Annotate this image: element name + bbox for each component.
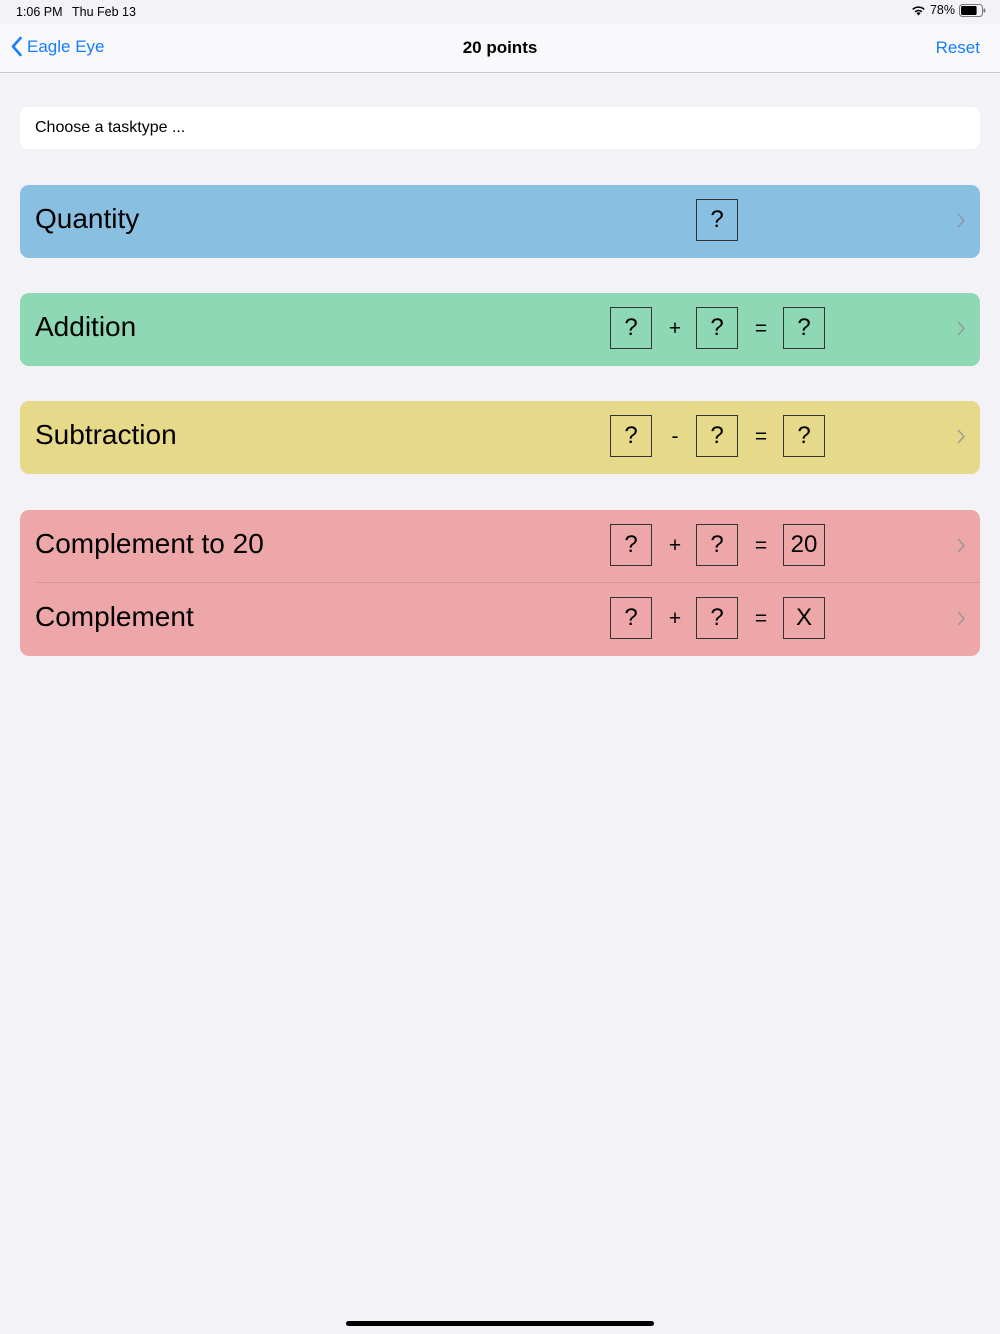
equals-sign: =: [754, 607, 768, 630]
result-box: ?: [783, 307, 825, 349]
task-label: Complement to 20: [35, 528, 264, 559]
quantity-card: Quantity ?: [20, 185, 980, 258]
equals-sign: =: [754, 317, 768, 340]
answer-box: ?: [696, 199, 738, 241]
task-row-addition[interactable]: Addition ? + ? = ?: [20, 293, 980, 366]
operand-box-1: ?: [610, 415, 652, 457]
operator-plus: +: [668, 534, 682, 557]
chevron-right-icon: [957, 611, 965, 626]
task-label: Subtraction: [35, 419, 177, 450]
chevron-right-icon: [957, 429, 965, 444]
operand-box-2: ?: [696, 524, 738, 566]
status-bar: 1:06 PM Thu Feb 13 78%: [0, 0, 1000, 24]
operand-box-2: ?: [696, 307, 738, 349]
result-box: X: [783, 597, 825, 639]
operand-box-1: ?: [610, 524, 652, 566]
operator-plus: +: [668, 607, 682, 630]
status-indicators: 78%: [911, 3, 986, 17]
addition-card: Addition ? + ? = ?: [20, 293, 980, 366]
result-box: ?: [783, 415, 825, 457]
task-label: Quantity: [35, 203, 140, 234]
chevron-right-icon: [957, 321, 965, 336]
reset-button[interactable]: Reset: [936, 38, 980, 58]
operand-box-1: ?: [610, 307, 652, 349]
operand-box-2: ?: [696, 415, 738, 457]
task-row-complement-to-20[interactable]: Complement to 20 ? + ? = 20: [20, 510, 980, 583]
task-label: Complement: [35, 601, 194, 632]
operand-box-1: ?: [610, 597, 652, 639]
battery-icon: [959, 3, 986, 17]
chevron-right-icon: [957, 538, 965, 553]
subtraction-card: Subtraction ? - ? = ?: [20, 401, 980, 474]
task-row-subtraction[interactable]: Subtraction ? - ? = ?: [20, 401, 980, 474]
tasktype-hint: Choose a tasktype ...: [20, 107, 980, 149]
navigation-bar: Eagle Eye 20 points Reset: [0, 24, 1000, 73]
page-title: 20 points: [462, 38, 538, 57]
operator-minus: -: [671, 425, 679, 448]
result-box: 20: [783, 524, 825, 566]
task-row-quantity[interactable]: Quantity ?: [20, 185, 980, 258]
equals-sign: =: [754, 425, 768, 448]
chevron-right-icon: [957, 213, 965, 228]
status-time: 1:06 PM: [16, 5, 63, 19]
task-row-complement[interactable]: Complement ? + ? = X: [20, 583, 980, 656]
wifi-icon: [912, 5, 925, 15]
home-indicator[interactable]: [346, 1321, 654, 1326]
status-date: Thu Feb 13: [72, 5, 136, 19]
complement-card: Complement to 20 ? + ? = 20 Complement ?…: [20, 510, 980, 656]
task-label: Addition: [35, 311, 137, 342]
equals-sign: =: [754, 534, 768, 557]
battery-percent: 78%: [929, 3, 955, 17]
operator-plus: +: [668, 317, 682, 340]
operand-box-2: ?: [696, 597, 738, 639]
